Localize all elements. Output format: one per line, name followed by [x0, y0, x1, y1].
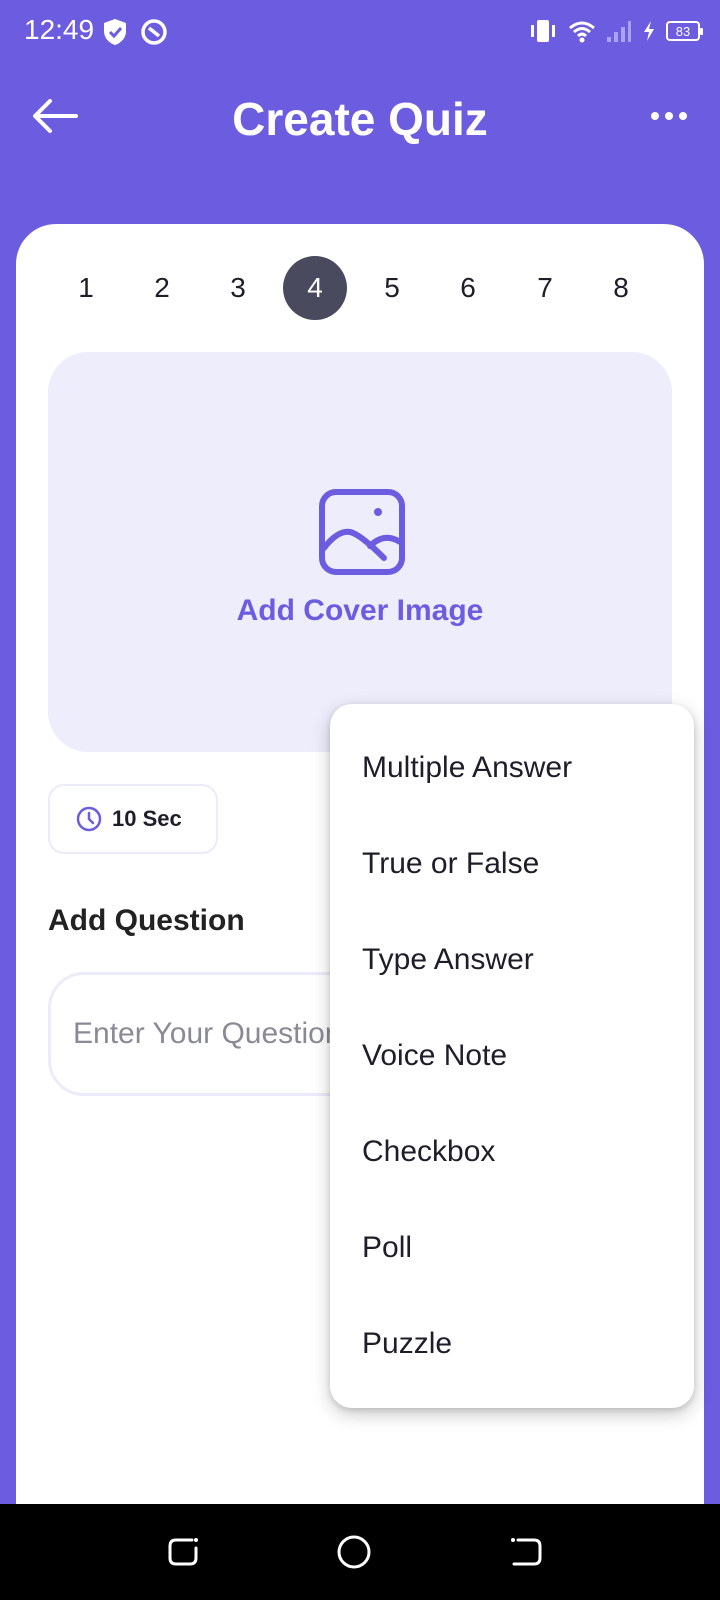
vibrate-icon	[531, 20, 555, 42]
question-number-4[interactable]: 4	[283, 256, 347, 320]
question-number-1[interactable]: 1	[54, 256, 118, 320]
back-nav-icon[interactable]	[508, 1534, 544, 1570]
question-number-strip: 1 2 3 4 5 6 7 8	[16, 256, 704, 320]
question-number-3[interactable]: 3	[206, 256, 270, 320]
data-saver-icon	[141, 19, 167, 45]
add-cover-image-button[interactable]: Add Cover Image	[48, 352, 672, 752]
menu-item-voice-note[interactable]: Voice Note	[330, 1008, 694, 1104]
recent-apps-icon[interactable]	[166, 1534, 202, 1570]
menu-item-type-answer[interactable]: Type Answer	[330, 912, 694, 1008]
page-title: Create Quiz	[232, 93, 488, 145]
home-icon[interactable]	[336, 1534, 372, 1570]
system-nav-bar	[0, 1504, 720, 1600]
timer-label: 10 Sec	[112, 806, 182, 831]
menu-item-multiple-answer[interactable]: Multiple Answer	[330, 720, 694, 816]
menu-item-poll[interactable]: Poll	[330, 1200, 694, 1296]
question-number-5[interactable]: 5	[360, 256, 424, 320]
battery-level: 83	[675, 23, 691, 39]
question-number-8[interactable]: 8	[589, 256, 653, 320]
cell-signal-icon	[607, 21, 631, 42]
question-number-2[interactable]: 2	[130, 256, 194, 320]
shield-icon	[104, 19, 126, 45]
charging-icon	[644, 21, 654, 41]
question-number-7[interactable]: 7	[513, 256, 577, 320]
image-icon	[319, 489, 405, 575]
more-options-icon[interactable]	[650, 106, 688, 126]
status-bar: 12:49 83	[0, 0, 720, 64]
status-time: 12:49	[24, 14, 95, 45]
menu-item-checkbox[interactable]: Checkbox	[330, 1104, 694, 1200]
timer-chip[interactable]: 10 Sec	[48, 784, 218, 854]
add-cover-image-label: Add Cover Image	[236, 594, 484, 627]
wifi-icon	[569, 21, 595, 43]
menu-item-puzzle[interactable]: Puzzle	[330, 1296, 694, 1392]
menu-item-true-or-false[interactable]: True or False	[330, 816, 694, 912]
app-header: Create Quiz	[0, 80, 720, 160]
question-number-6[interactable]: 6	[436, 256, 500, 320]
clock-icon	[76, 806, 102, 832]
battery-icon: 83	[666, 21, 703, 41]
add-question-heading: Add Question	[48, 904, 245, 937]
question-type-menu: Multiple Answer True or False Type Answe…	[330, 704, 694, 1408]
